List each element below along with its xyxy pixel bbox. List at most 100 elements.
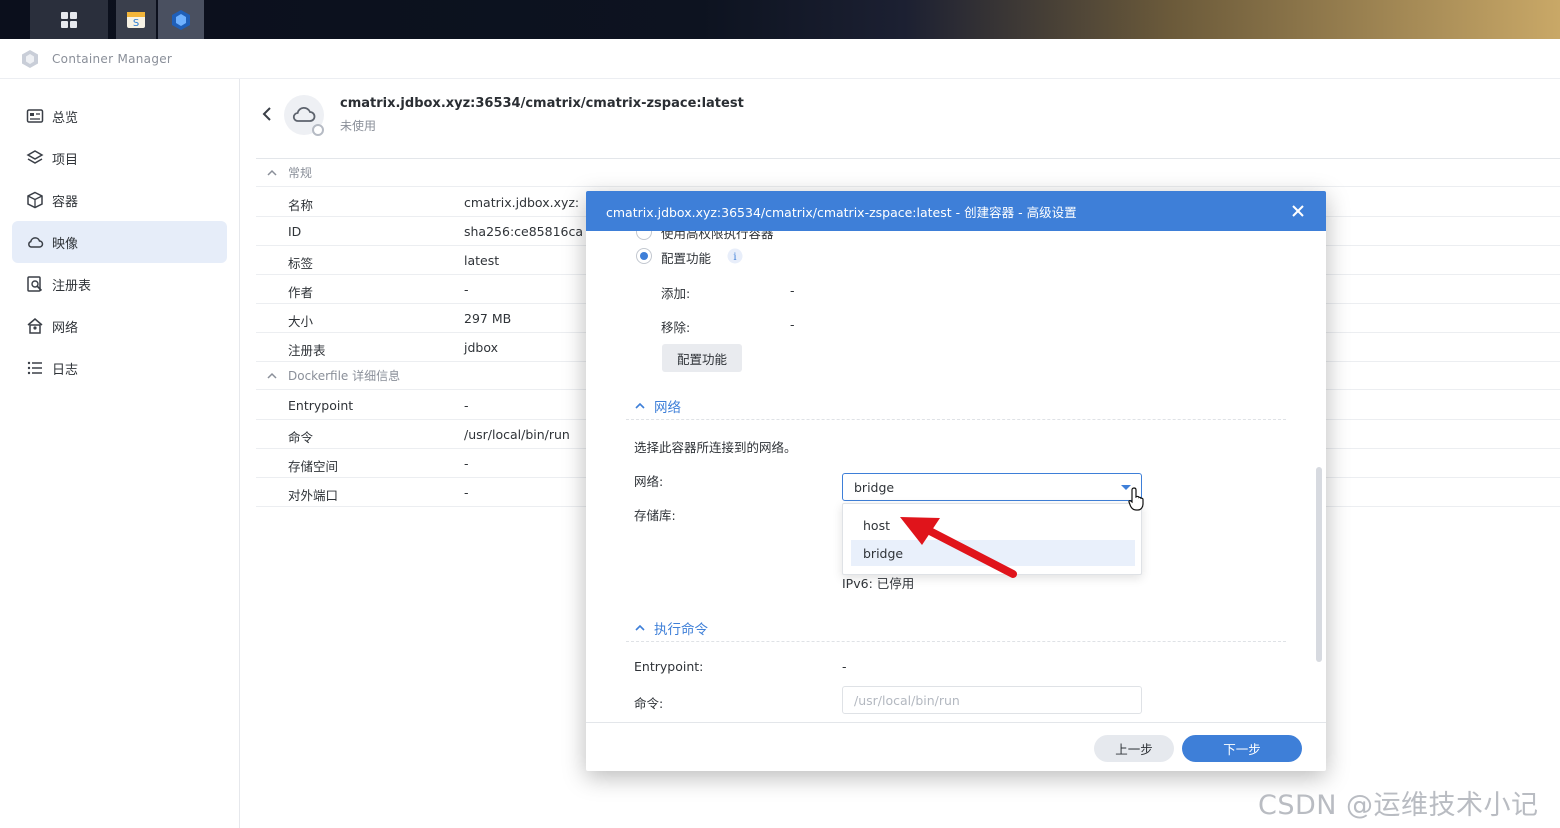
command-label: 命令:	[634, 696, 664, 711]
dropdown-option-host[interactable]: host	[851, 512, 1135, 538]
desktop-taskbar: S	[0, 0, 1560, 39]
sidebar-item-label: 容器	[52, 194, 79, 210]
entrypoint-label: Entrypoint:	[634, 659, 704, 674]
sidebar-item-log[interactable]: 日志	[12, 347, 227, 389]
prop-key: 对外端口	[288, 488, 339, 503]
network-house-icon	[26, 317, 44, 335]
add-label: 添加:	[661, 286, 691, 301]
prop-key: Entrypoint	[288, 398, 354, 413]
dialog-footer: 上一步 下一步	[586, 722, 1326, 771]
sidebar-item-label: 网络	[52, 320, 79, 336]
prop-key: 名称	[288, 198, 314, 213]
cloud-icon	[26, 233, 44, 251]
sidebar: 总览 项目 容器 映像 注册表 网络 日志	[0, 79, 240, 828]
sidebar-item-label: 映像	[52, 236, 79, 252]
chevron-up-icon	[267, 169, 277, 176]
registry-search-icon	[26, 275, 44, 293]
scrollbar[interactable]	[1316, 467, 1322, 662]
prop-value: -	[464, 456, 469, 471]
svg-text:S: S	[133, 18, 139, 29]
prop-key: ID	[288, 224, 302, 239]
prop-key: 作者	[288, 285, 314, 300]
dialog-header: cmatrix.jdbox.xyz:36534/cmatrix/cmatrix-…	[586, 191, 1326, 231]
status-dot	[312, 124, 324, 136]
dialog-title: cmatrix.jdbox.xyz:36534/cmatrix/cmatrix-…	[606, 204, 1077, 220]
section-network-header[interactable]: 网络	[626, 392, 1286, 420]
watermark: CSDN @运维技术小记	[1258, 790, 1539, 821]
capabilities-radio[interactable]	[636, 248, 652, 264]
privileged-radio[interactable]	[636, 231, 652, 240]
sidebar-item-label: 总览	[52, 110, 79, 126]
main-menu-grid-icon[interactable]	[30, 0, 108, 39]
sidebar-item-overview[interactable]: 总览	[12, 95, 227, 137]
package-center-icon[interactable]: S	[116, 0, 156, 39]
sidebar-item-label: 项目	[52, 152, 79, 168]
network-description: 选择此容器所连接到的网络。	[634, 440, 797, 455]
previous-button[interactable]: 上一步	[1094, 735, 1174, 762]
sidebar-item-label: 注册表	[52, 278, 92, 294]
entrypoint-value: -	[842, 659, 847, 674]
cube-icon	[26, 191, 44, 209]
dropdown-option-bridge[interactable]: bridge	[851, 540, 1135, 566]
section-dockerfile-title: Dockerfile 详细信息	[288, 369, 401, 383]
network-select[interactable]: bridge	[842, 473, 1142, 501]
prop-key: 命令	[288, 430, 314, 445]
capabilities-label: 配置功能	[661, 251, 712, 266]
privileged-label: 使用高权限执行容器	[661, 231, 774, 241]
section-exec-title: 执行命令	[654, 621, 708, 638]
app-title-bar: Container Manager	[0, 39, 1560, 79]
sidebar-item-label: 日志	[52, 362, 79, 378]
section-network-title: 网络	[654, 399, 681, 416]
prop-value: sha256:ce85816ca	[464, 224, 584, 239]
create-container-dialog: cmatrix.jdbox.xyz:36534/cmatrix/cmatrix-…	[586, 191, 1326, 771]
image-status: 未使用	[340, 119, 377, 133]
sidebar-item-container[interactable]: 容器	[12, 179, 227, 221]
network-select-value: bridge	[854, 480, 895, 495]
chevron-up-icon	[635, 624, 645, 631]
dialog-body: 使用高权限执行容器 配置功能 i 添加: - 移除: - 配置功能 网络 选择此…	[586, 231, 1326, 717]
image-title: cmatrix.jdbox.xyz:36534/cmatrix/cmatrix-…	[340, 96, 744, 111]
add-value: -	[790, 283, 795, 298]
layers-icon	[26, 149, 44, 167]
network-label: 网络:	[634, 474, 664, 489]
remove-label: 移除:	[661, 320, 691, 335]
prop-key: 存储空间	[288, 459, 339, 474]
section-general-header[interactable]: 常规	[256, 159, 1560, 187]
sidebar-item-registry[interactable]: 注册表	[12, 263, 227, 305]
next-button[interactable]: 下一步	[1182, 735, 1302, 762]
mouse-cursor-icon	[1128, 487, 1144, 511]
section-general-title: 常规	[288, 166, 313, 180]
list-icon	[26, 359, 44, 377]
prop-value: cmatrix.jdbox.xyz:	[464, 195, 580, 210]
close-icon[interactable]	[1290, 203, 1306, 219]
chevron-up-icon	[267, 372, 277, 379]
info-icon[interactable]: i	[727, 248, 743, 264]
prop-key: 大小	[288, 314, 314, 329]
sidebar-item-network[interactable]: 网络	[12, 305, 227, 347]
container-manager-logo-icon	[22, 49, 38, 68]
overview-icon	[26, 107, 44, 125]
configure-capabilities-button[interactable]: 配置功能	[662, 344, 742, 372]
sidebar-item-image[interactable]: 映像	[12, 221, 227, 263]
network-dropdown-menu: host bridge	[842, 503, 1142, 575]
chevron-up-icon	[635, 402, 645, 409]
container-manager-taskbar-icon[interactable]	[158, 0, 204, 39]
prop-value: -	[464, 398, 469, 413]
app-title: Container Manager	[52, 51, 173, 66]
prop-value: jdbox	[464, 340, 499, 355]
back-chevron-icon[interactable]	[258, 105, 276, 123]
prop-key: 注册表	[288, 343, 326, 358]
storage-label: 存储库:	[634, 508, 676, 523]
command-input[interactable]: /usr/local/bin/run	[842, 686, 1142, 714]
prop-key: 标签	[288, 256, 314, 271]
svg-text:i: i	[733, 252, 736, 263]
prop-value: -	[464, 282, 469, 297]
sidebar-item-project[interactable]: 项目	[12, 137, 227, 179]
prop-value: latest	[464, 253, 500, 268]
section-exec-header[interactable]: 执行命令	[626, 614, 1286, 642]
prop-value: -	[464, 485, 469, 500]
prop-value: /usr/local/bin/run	[464, 427, 570, 442]
remove-value: -	[790, 317, 795, 332]
cloud-icon	[292, 107, 316, 122]
prop-value: 297 MB	[464, 311, 512, 326]
